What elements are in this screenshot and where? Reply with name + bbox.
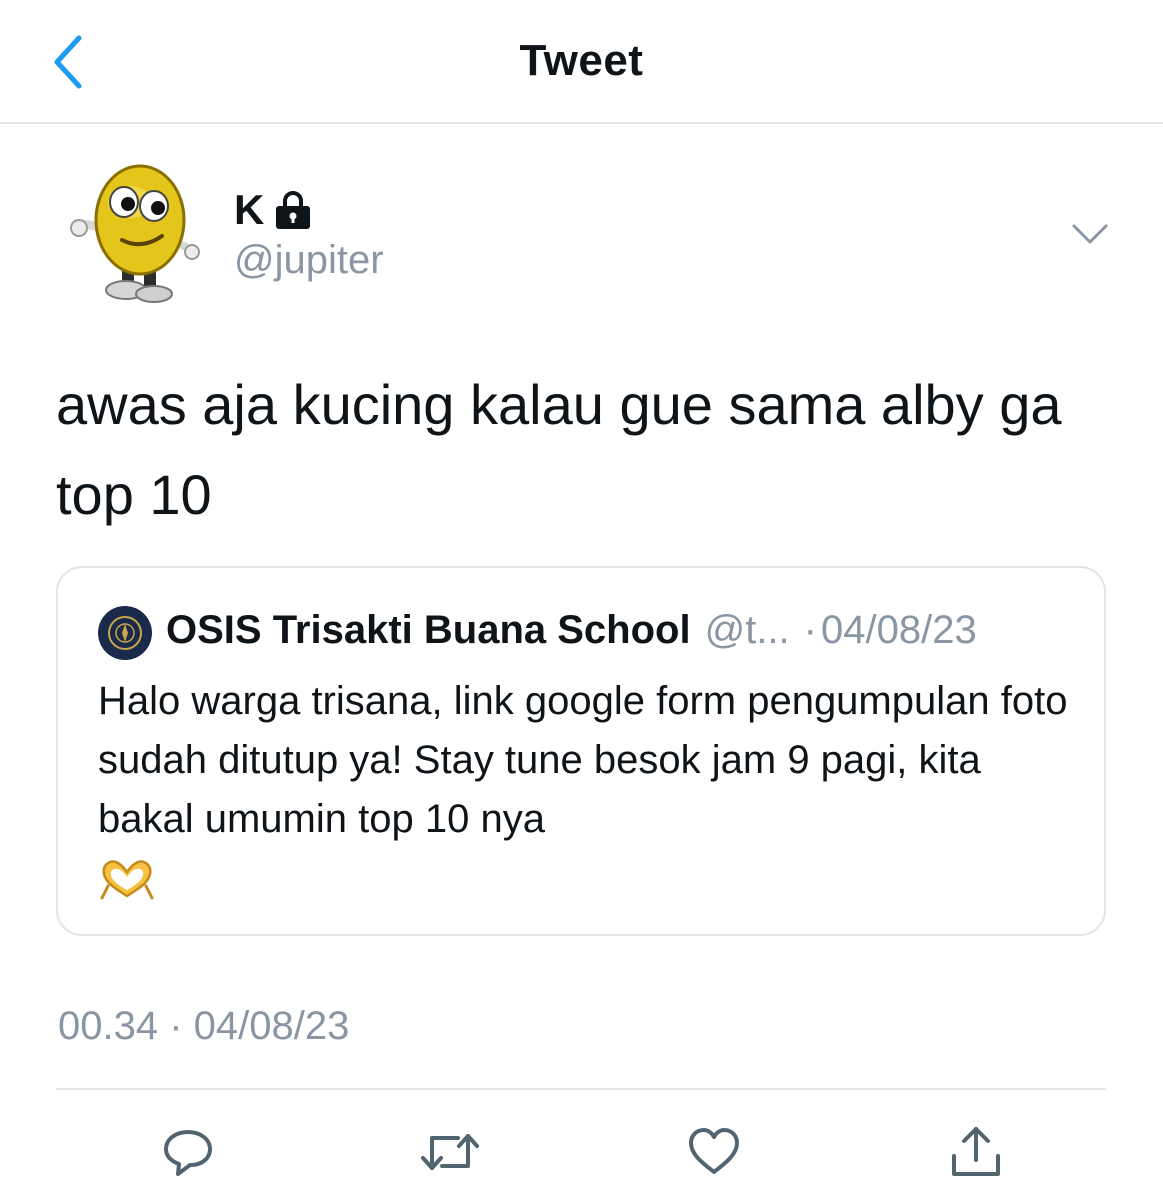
chevron-down-icon[interactable] — [1068, 214, 1112, 254]
quote-text: Halo warga trisana, link google form pen… — [98, 679, 1068, 841]
separator-dot: · — [803, 607, 817, 652]
quote-author-name: OSIS Trisakti Buana School — [166, 607, 691, 652]
quoted-tweet[interactable]: OSIS Trisakti Buana School @t... · 04/08… — [56, 566, 1106, 936]
heart-icon — [689, 1128, 739, 1174]
reply-button[interactable] — [156, 1120, 220, 1184]
lock-icon — [276, 191, 311, 229]
author-handle[interactable]: @jupiter — [234, 238, 384, 283]
top-nav-bar: Tweet — [0, 0, 1163, 124]
school-logo-avatar — [98, 606, 152, 660]
quote-header: OSIS Trisakti Buana School @t... · 04/08… — [166, 604, 1066, 656]
tweet-timestamp[interactable]: 00.34 · 04/08/23 — [58, 1004, 349, 1049]
like-button[interactable] — [682, 1120, 746, 1184]
retweet-icon — [421, 1134, 479, 1170]
divider — [56, 1088, 1106, 1090]
quote-date: 04/08/23 — [820, 607, 977, 652]
tweet-text: awas aja kucing kalau gue sama alby ga t… — [56, 373, 1062, 526]
author-name: K — [234, 186, 265, 233]
tweet-detail-screen: Tweet K @jupiter awas aja kucing kalau g… — [0, 0, 1163, 1200]
heart-hands-emoji — [100, 860, 154, 900]
share-icon — [952, 1127, 1000, 1176]
quote-author-handle: @t... — [704, 607, 790, 652]
author-name-row[interactable]: K — [234, 186, 314, 234]
avatar[interactable] — [70, 158, 210, 304]
share-button[interactable] — [944, 1120, 1008, 1184]
retweet-button[interactable] — [418, 1120, 482, 1184]
reply-icon — [164, 1130, 212, 1176]
page-title: Tweet — [519, 36, 644, 85]
